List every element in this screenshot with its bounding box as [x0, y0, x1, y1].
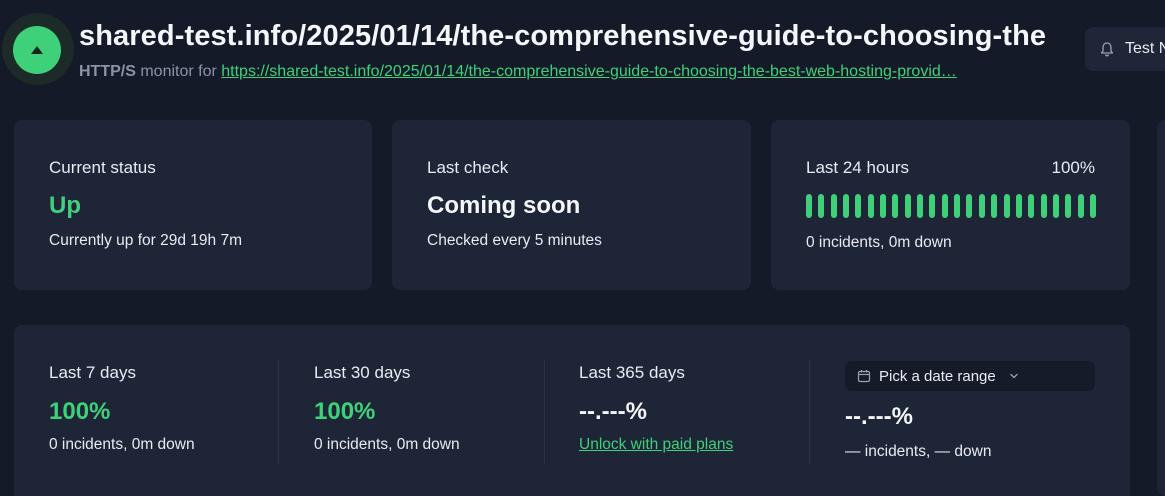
period-365d-value: --.---%	[579, 398, 647, 425]
status-indicator	[13, 26, 61, 74]
uptime-bar[interactable]	[1052, 194, 1059, 218]
uptime-bar[interactable]	[1065, 194, 1072, 218]
date-range-label: Pick a date range	[879, 367, 996, 385]
current-status-detail: Currently up for 29d 19h 7m	[49, 232, 242, 249]
monitor-subtitle: HTTP/S monitor for https://shared-test.i…	[79, 63, 1051, 83]
current-status-value: Up	[49, 192, 81, 219]
uptime-bar[interactable]	[867, 194, 874, 218]
divider	[544, 360, 545, 464]
divider	[809, 360, 810, 464]
last-check-detail: Checked every 5 minutes	[427, 232, 602, 249]
period-30d-label: Last 30 days	[314, 363, 411, 382]
last-24h-detail: 0 incidents, 0m down	[806, 234, 952, 251]
uptime-bar[interactable]	[904, 194, 911, 218]
chevron-up-icon	[31, 46, 43, 54]
monitor-protocol: HTTP/S	[79, 63, 136, 80]
monitor-page: shared-test.info/2025/01/14/the-comprehe…	[0, 0, 1165, 496]
last-24h-label: Last 24 hours	[806, 158, 910, 177]
last-check-value: Coming soon	[427, 192, 581, 219]
monitor-for-text: monitor for	[140, 63, 217, 80]
monitor-url-link[interactable]: https://shared-test.info/2025/01/14/the-…	[221, 63, 957, 80]
divider	[278, 360, 279, 464]
unlock-paid-plans-link[interactable]: Unlock with paid plans	[579, 436, 733, 454]
last-check-card: Last check Coming soon Checked every 5 m…	[392, 120, 751, 290]
uptime-bar[interactable]	[1015, 194, 1022, 218]
uptime-bar[interactable]	[880, 194, 887, 218]
period-7d-detail: 0 incidents, 0m down	[49, 436, 195, 453]
period-7d-label: Last 7 days	[49, 363, 136, 382]
uptime-bar[interactable]	[892, 194, 899, 218]
last-24h-card: Last 24 hours 100% 0 incidents, 0m down	[771, 120, 1130, 290]
uptime-bar[interactable]	[917, 194, 924, 218]
date-range-value: --.---%	[845, 403, 913, 430]
date-range-detail: — incidents, — down	[845, 443, 992, 460]
uptime-bar[interactable]	[1089, 194, 1096, 218]
uptime-bar[interactable]	[1077, 194, 1084, 218]
calendar-icon	[857, 370, 871, 383]
last-24h-percent: 100%	[1051, 158, 1095, 177]
period-30d-detail: 0 incidents, 0m down	[314, 436, 460, 453]
uptime-bar[interactable]	[966, 194, 973, 218]
uptime-bar[interactable]	[941, 194, 948, 218]
period-7d-value: 100%	[49, 398, 111, 425]
uptime-bar[interactable]	[978, 194, 985, 218]
chevron-down-icon	[1010, 373, 1018, 379]
monitor-title: shared-test.info/2025/01/14/the-comprehe…	[79, 20, 1047, 52]
uptime-bar[interactable]	[954, 194, 961, 218]
current-status-card: Current status Up Currently up for 29d 1…	[14, 120, 372, 290]
uptime-bar[interactable]	[1028, 194, 1035, 218]
uptime-bar[interactable]	[929, 194, 936, 218]
date-range-picker[interactable]: Pick a date range	[845, 361, 1095, 391]
uptime-bar[interactable]	[1040, 194, 1047, 218]
uptime-bar[interactable]	[806, 194, 812, 218]
test-notification-button[interactable]: Test N	[1085, 27, 1165, 71]
uptime-bar[interactable]	[1003, 194, 1010, 218]
current-status-label: Current status	[49, 158, 156, 177]
test-notification-label: Test N	[1125, 40, 1165, 57]
uptime-periods-card: Last 7 days 100% 0 incidents, 0m down La…	[14, 325, 1130, 496]
bell-icon	[1100, 42, 1114, 57]
side-panel-edge	[1157, 120, 1165, 496]
uptime-bar[interactable]	[830, 194, 837, 218]
uptime-bar[interactable]	[843, 194, 850, 218]
uptime-bar[interactable]	[991, 194, 998, 218]
uptime-bars	[806, 194, 1096, 218]
period-30d-value: 100%	[314, 398, 376, 425]
last-check-label: Last check	[427, 158, 509, 177]
period-365d-label: Last 365 days	[579, 363, 685, 382]
uptime-bar[interactable]	[855, 194, 862, 218]
uptime-bar[interactable]	[818, 194, 825, 218]
